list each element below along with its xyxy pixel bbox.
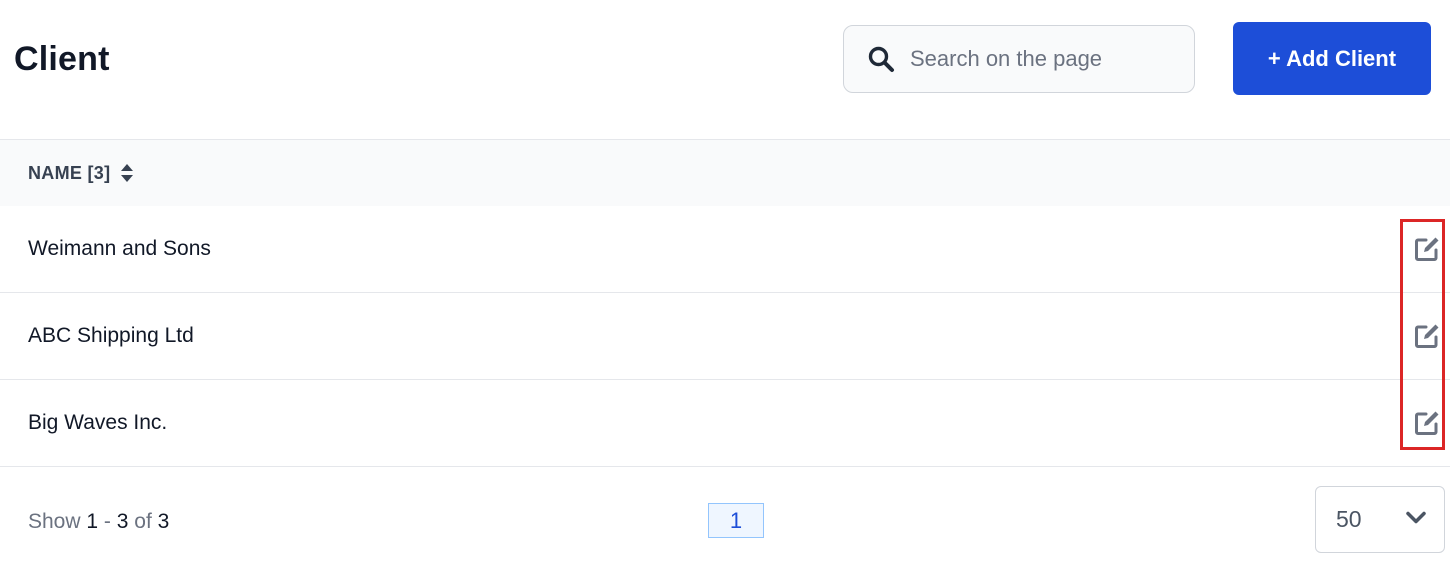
client-name: Weimann and Sons bbox=[28, 237, 211, 260]
table-row: Weimann and Sons bbox=[0, 206, 1450, 293]
client-name: ABC Shipping Ltd bbox=[28, 324, 194, 347]
table-row: ABC Shipping Ltd bbox=[0, 293, 1450, 380]
table-row: Big Waves Inc. bbox=[0, 380, 1450, 467]
range-separator: - bbox=[103, 510, 111, 533]
table-header: NAME [3] bbox=[0, 139, 1450, 206]
page-title: Client bbox=[14, 40, 110, 78]
client-table: NAME [3] Weimann and Sons ABC Shipping L… bbox=[0, 139, 1450, 467]
per-page-value: 50 bbox=[1336, 506, 1362, 532]
range-start: 1 bbox=[86, 510, 99, 533]
page-button-1[interactable]: 1 bbox=[708, 503, 764, 538]
pagination-summary: Show 1 - 3 of 3 bbox=[28, 510, 169, 534]
range-end: 3 bbox=[116, 510, 129, 533]
column-header-name[interactable]: NAME [3] bbox=[28, 163, 110, 184]
total-count: 3 bbox=[157, 510, 170, 533]
search-icon bbox=[866, 44, 896, 74]
pagination-footer: Show 1 - 3 of 3 1 50 bbox=[0, 466, 1450, 567]
per-page-select[interactable]: 50 bbox=[1315, 486, 1445, 553]
add-client-button[interactable]: + Add Client bbox=[1233, 22, 1431, 95]
of-label: of bbox=[134, 510, 152, 533]
edit-icon[interactable] bbox=[1412, 321, 1442, 351]
client-name: Big Waves Inc. bbox=[28, 411, 168, 434]
chevron-down-icon bbox=[1406, 510, 1426, 529]
page-header: Client + Add Client bbox=[0, 0, 1450, 140]
sort-icon[interactable] bbox=[120, 163, 134, 183]
search-box[interactable] bbox=[843, 25, 1195, 93]
search-input[interactable] bbox=[910, 46, 1180, 72]
edit-icon[interactable] bbox=[1412, 408, 1442, 438]
edit-icon[interactable] bbox=[1412, 234, 1442, 264]
show-prefix: Show bbox=[28, 510, 81, 533]
